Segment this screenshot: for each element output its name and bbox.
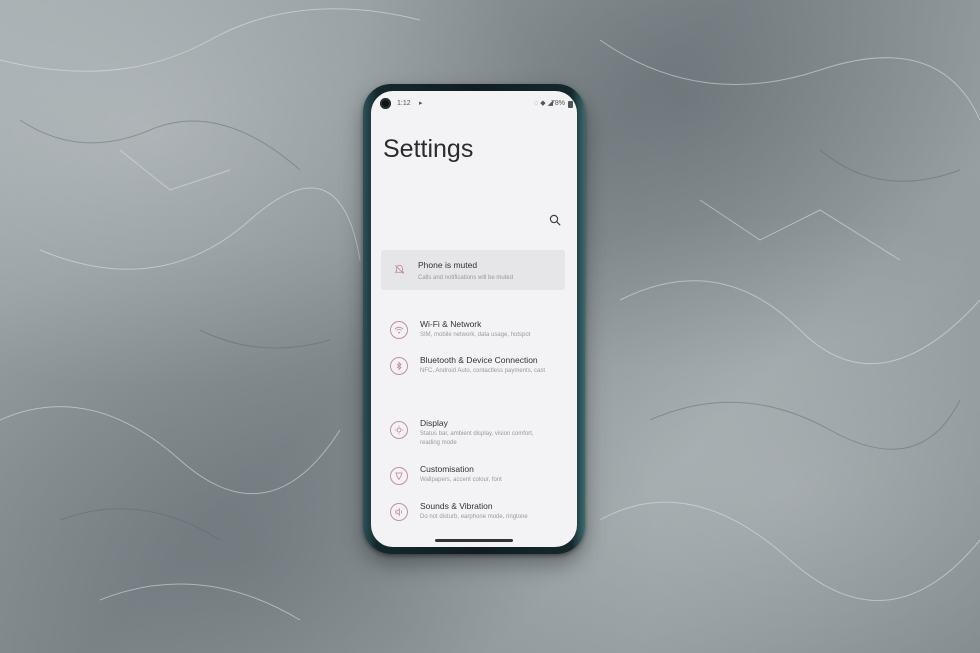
phone-device: 1:12 ▸ ◌◆◢ 78% Settings Phone is muted C… xyxy=(363,84,585,554)
setting-item-subtitle: Wallpapers, accent colour, font xyxy=(420,477,502,483)
muted-banner-title: Phone is muted xyxy=(418,260,478,270)
setting-item-wifi-network[interactable]: Wi-Fi & Network SIM, mobile network, dat… xyxy=(383,313,567,349)
brightness-icon xyxy=(390,421,408,439)
home-indicator[interactable] xyxy=(435,539,513,542)
setting-item-subtitle: NFC, Android Auto, contactless payments,… xyxy=(420,368,546,374)
bluetooth-icon xyxy=(390,357,408,375)
setting-item-title: Sounds & Vibration xyxy=(420,501,493,511)
status-bar: 1:12 ▸ ◌◆◢ 78% xyxy=(371,97,577,111)
palette-icon xyxy=(390,467,408,485)
bell-off-icon xyxy=(394,264,405,275)
setting-item-display[interactable]: Display Status bar, ambient display, vis… xyxy=(383,412,567,448)
setting-item-bluetooth[interactable]: Bluetooth & Device Connection NFC, Andro… xyxy=(383,350,567,386)
setting-item-customisation[interactable]: Customisation Wallpapers, accent colour,… xyxy=(383,458,567,494)
setting-item-sounds-vibration[interactable]: Sounds & Vibration Do not disturb, earph… xyxy=(383,495,567,531)
muted-banner-subtitle: Calls and notifications will be muted xyxy=(418,275,514,281)
search-icon[interactable] xyxy=(549,214,561,226)
setting-item-title: Wi-Fi & Network xyxy=(420,319,482,329)
wifi-icon: ◆ xyxy=(540,100,548,107)
battery-level: 78% xyxy=(550,100,565,107)
status-time: 1:12 xyxy=(397,100,411,107)
setting-item-title: Customisation xyxy=(420,464,474,474)
wifi-icon xyxy=(390,321,408,339)
battery-icon xyxy=(568,101,573,108)
phone-screen: 1:12 ▸ ◌◆◢ 78% Settings Phone is muted C… xyxy=(371,91,577,547)
setting-item-subtitle: Do not disturb, earphone mode, ringtone xyxy=(420,514,528,520)
setting-item-title: Display xyxy=(420,418,448,428)
phone-muted-banner[interactable]: Phone is muted Calls and notifications w… xyxy=(381,250,565,290)
speaker-icon xyxy=(390,503,408,521)
page-title: Settings xyxy=(383,135,474,163)
setting-item-subtitle: SIM, mobile network, data usage, hotspot xyxy=(420,332,531,338)
setting-item-subtitle: Status bar, ambient display, vision comf… xyxy=(420,431,534,446)
setting-item-title: Bluetooth & Device Connection xyxy=(420,355,538,365)
play-icon: ▸ xyxy=(419,100,423,107)
